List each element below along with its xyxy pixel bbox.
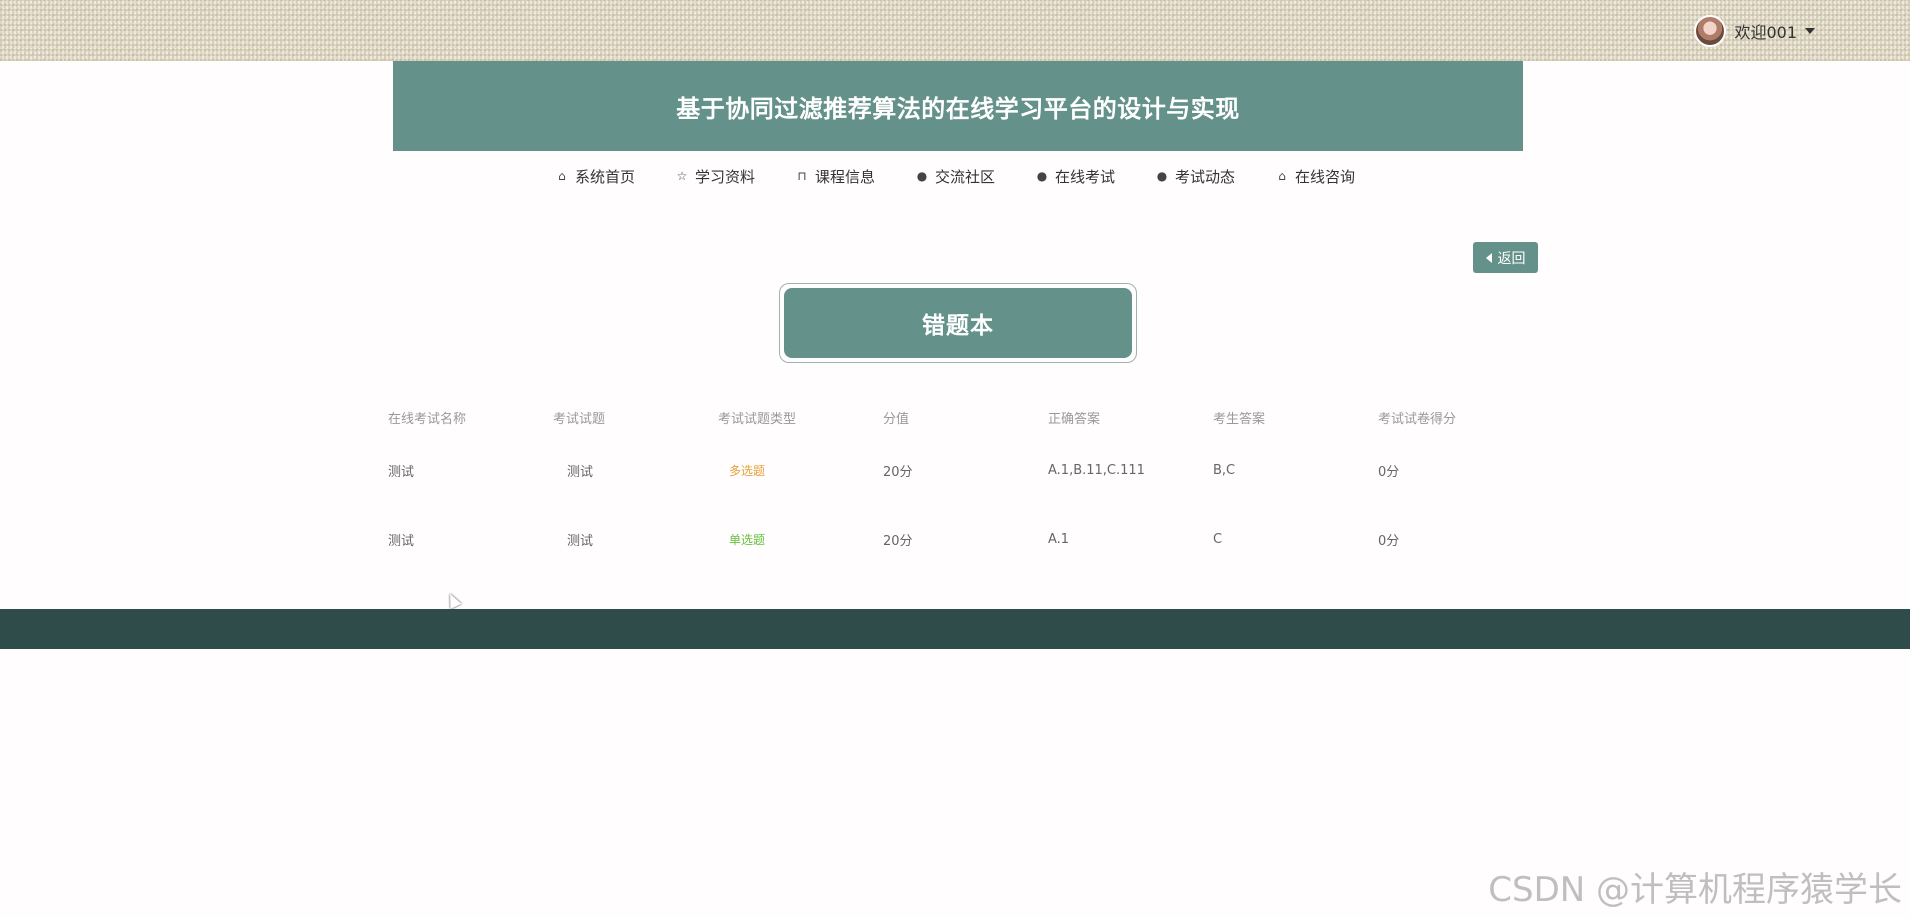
cell-user-answer: C [1213, 532, 1223, 547]
nav-item-exam-news[interactable]: ● 考试动态 [1155, 166, 1235, 187]
cell-score: 20分 [883, 465, 913, 480]
cell-correct-answer: A.1,B.11,C.111 [1048, 463, 1145, 478]
column-header: 正确答案 [1048, 411, 1101, 427]
nav-item-label[interactable]: 交流社区 [935, 166, 995, 187]
column-header: 考试试题 [553, 411, 606, 427]
table-header-row: 在线考试名称 考试试题 考试试题类型 分值 正确答案 考生答案 考试试卷得分 [388, 398, 1525, 436]
column-header: 分值 [883, 411, 910, 427]
wrong-questions-table: 在线考试名称 考试试题 考试试题类型 分值 正确答案 考生答案 考试试卷得分 测… [388, 398, 1525, 574]
footer [0, 609, 1910, 649]
nav-item-home[interactable]: ⌂ 系统首页 [555, 166, 635, 187]
nav-item-label[interactable]: 课程信息 [815, 166, 875, 187]
avatar[interactable] [1694, 15, 1727, 47]
nav-item-consult[interactable]: ⌂ 在线咨询 [1275, 166, 1355, 187]
nav-item-community[interactable]: ● 交流社区 [915, 166, 995, 187]
cell-question: 测试 [567, 534, 594, 549]
question-type-tag: 单选题 [729, 533, 766, 547]
table-row[interactable]: 测试 测试 多选题 20分 A.1,B.11,C.111 B,C 0分 [388, 436, 1525, 505]
mouse-cursor-icon [444, 591, 462, 609]
cell-exam-name: 测试 [388, 465, 415, 480]
cell-paper-score: 0分 [1378, 534, 1400, 549]
caret-down-icon[interactable] [1805, 28, 1815, 34]
home-icon: ⌂ [1278, 169, 1286, 183]
nav-item-label[interactable]: 在线考试 [1055, 166, 1115, 187]
exclamation-circle-icon: ● [916, 169, 928, 183]
back-button-label: 返回 [1497, 250, 1526, 267]
question-type-tag: 多选题 [729, 464, 766, 478]
question-circle-icon: ● [1036, 169, 1048, 183]
nav-item-materials[interactable]: ☆ 学习资料 [675, 166, 755, 187]
nav-item-courses[interactable]: ⊓ 课程信息 [795, 166, 875, 187]
cell-exam-name: 测试 [388, 534, 415, 549]
cell-correct-answer: A.1 [1048, 532, 1070, 547]
info-circle-icon: ● [1156, 169, 1168, 183]
caret-left-icon [1485, 252, 1492, 263]
site-title: 基于协同过滤推荐算法的在线学习平台的设计与实现 [676, 94, 1240, 123]
user-welcome-label[interactable]: 欢迎001 [1734, 19, 1797, 43]
user-menu[interactable]: 欢迎001 [1694, 14, 1815, 48]
cell-score: 20分 [883, 534, 913, 549]
cell-user-answer: B,C [1213, 463, 1236, 478]
main-nav: ⌂ 系统首页 ☆ 学习资料 ⊓ 课程信息 ● 交流社区 ● 在线考试 ● 考试动… [0, 151, 1910, 201]
nav-item-label[interactable]: 在线咨询 [1295, 166, 1355, 187]
cell-question: 测试 [567, 465, 594, 480]
cell-paper-score: 0分 [1378, 465, 1400, 480]
watermark: CSDN @计算机程序猿学长 [1488, 870, 1902, 910]
section-title-frame: 错题本 [779, 283, 1137, 363]
site-banner: 基于协同过滤推荐算法的在线学习平台的设计与实现 [393, 61, 1523, 151]
nav-item-exam[interactable]: ● 在线考试 [1035, 166, 1115, 187]
table-row[interactable]: 测试 测试 单选题 20分 A.1 C 0分 [388, 505, 1525, 574]
lock-icon: ⊓ [797, 169, 807, 183]
star-icon: ☆ [676, 169, 688, 183]
column-header: 考试试卷得分 [1378, 411, 1457, 427]
nav-item-label[interactable]: 系统首页 [575, 166, 635, 187]
nav-item-label[interactable]: 考试动态 [1175, 166, 1235, 187]
column-header: 考试试题类型 [718, 411, 797, 427]
column-header: 在线考试名称 [388, 411, 467, 427]
nav-item-label[interactable]: 学习资料 [695, 166, 755, 187]
top-bar: 欢迎001 [0, 0, 1910, 61]
home-icon: ⌂ [558, 169, 566, 183]
page-title: 错题本 [784, 288, 1132, 358]
back-button[interactable]: 返回 [1473, 242, 1538, 273]
column-header: 考生答案 [1213, 411, 1266, 427]
